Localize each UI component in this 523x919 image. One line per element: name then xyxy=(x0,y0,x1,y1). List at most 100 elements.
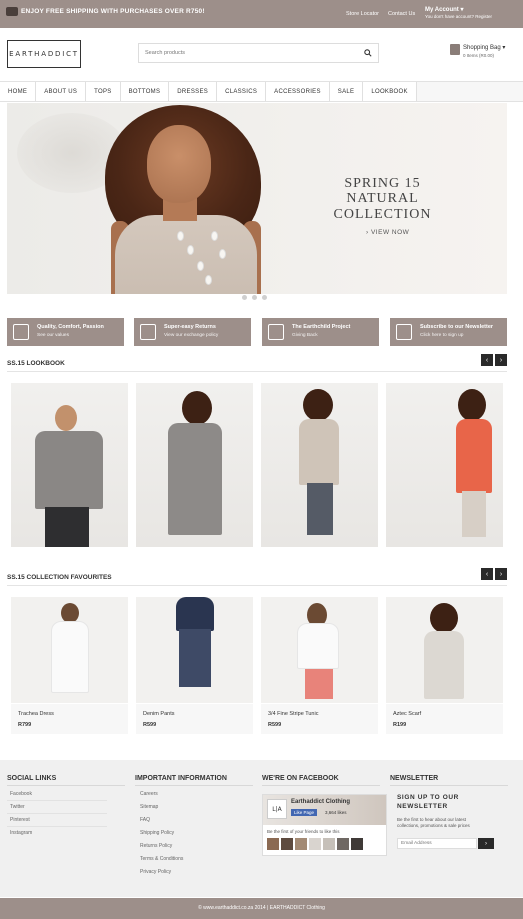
lookbook-prev-button[interactable]: ‹ xyxy=(481,354,493,366)
favourites-title: SS.15 COLLECTION FAVOURITES xyxy=(7,574,112,581)
feature-quality[interactable]: Quality, Comfort, Passion See our values xyxy=(7,318,124,346)
social-link-instagram[interactable]: Instagram xyxy=(10,830,32,836)
product-image-1[interactable] xyxy=(11,597,128,703)
product-name[interactable]: Denim Pants xyxy=(143,711,175,717)
model-dress xyxy=(168,423,222,535)
model-pants xyxy=(45,507,89,547)
slider-dots xyxy=(242,295,267,300)
facebook-widget[interactable]: L|A Earthaddict Clothing Like Page 3,664… xyxy=(262,794,387,856)
product-image-3[interactable] xyxy=(261,597,378,703)
lookbook-image-1[interactable] xyxy=(11,383,128,547)
lookbook-next-button[interactable]: › xyxy=(495,354,507,366)
model-face xyxy=(147,125,211,203)
product-info-3[interactable]: 3/4 Fine Stripe Tunic R599 xyxy=(261,704,378,734)
nav-tops[interactable]: TOPS xyxy=(86,82,121,101)
info-link-shipping[interactable]: Shipping Policy xyxy=(140,830,174,836)
favourites-prev-button[interactable]: ‹ xyxy=(481,568,493,580)
social-link-pinterest[interactable]: Pinterest xyxy=(10,817,30,823)
feature-sub: See our values xyxy=(37,333,69,338)
slider-dot[interactable] xyxy=(242,295,247,300)
necklace-bead xyxy=(211,231,218,241)
necklace-bead xyxy=(187,245,194,255)
facebook-friend-avatars xyxy=(267,838,363,850)
badge-icon xyxy=(13,324,29,340)
product-name[interactable]: 3/4 Fine Stripe Tunic xyxy=(268,711,318,717)
model-pants xyxy=(307,483,333,535)
slider-dot[interactable] xyxy=(262,295,267,300)
product-image-2[interactable] xyxy=(136,597,253,703)
lookbook-image-3[interactable] xyxy=(261,383,378,547)
model-pants xyxy=(462,491,486,537)
info-link-returns[interactable]: Returns Policy xyxy=(140,843,172,849)
avatar xyxy=(337,838,349,850)
product-info-1[interactable]: Trachea Dress R799 xyxy=(11,704,128,734)
info-link-privacy[interactable]: Privacy Policy xyxy=(140,869,171,875)
nav-lookbook[interactable]: LOOKBOOK xyxy=(363,82,417,101)
nav-dresses[interactable]: DRESSES xyxy=(169,82,218,101)
nav-classics[interactable]: CLASSICS xyxy=(217,82,267,101)
social-link-twitter[interactable]: Twitter xyxy=(10,804,25,810)
info-link-sitemap[interactable]: Sitemap xyxy=(140,804,158,810)
mail-icon xyxy=(396,324,412,340)
slider-dot[interactable] xyxy=(252,295,257,300)
product-price: R199 xyxy=(393,722,407,728)
divider xyxy=(135,785,253,786)
view-now-link[interactable]: › VIEW NOW xyxy=(366,229,409,236)
nav-sale[interactable]: SALE xyxy=(329,82,364,101)
info-link-terms[interactable]: Terms & Conditions xyxy=(140,856,183,862)
hero-title-line2: NATURAL COLLECTION xyxy=(333,191,432,222)
facebook-page-logo: L|A xyxy=(267,799,287,819)
model-hair xyxy=(458,389,486,421)
feature-title: The Earthchild Project xyxy=(292,324,351,330)
divider xyxy=(7,826,107,827)
site-logo[interactable]: EARTHADDICT xyxy=(7,40,81,68)
necklace-bead xyxy=(205,275,212,285)
favourites-next-button[interactable]: › xyxy=(495,568,507,580)
product-name[interactable]: Aztec Scarf xyxy=(393,711,421,717)
shopping-bag-icon[interactable] xyxy=(450,44,460,55)
divider xyxy=(7,813,107,814)
product-info-2[interactable]: Denim Pants R599 xyxy=(136,704,253,734)
product-price: R799 xyxy=(18,722,32,728)
lookbook-image-2[interactable] xyxy=(136,383,253,547)
avatar xyxy=(267,838,279,850)
model-hair xyxy=(430,603,458,633)
product-image-4[interactable] xyxy=(386,597,503,703)
facebook-page-name[interactable]: Earthaddict Clothing xyxy=(291,799,350,805)
register-prompt[interactable]: You don't have account? Register xyxy=(425,14,492,19)
contact-link[interactable]: Contact Us xyxy=(388,11,415,17)
facebook-like-button[interactable]: Like Page xyxy=(291,809,318,816)
copyright-bar: © www.earthaddict.co.za 2014 | EARTHADDI… xyxy=(0,898,523,919)
product-info-4[interactable]: Aztec Scarf R199 xyxy=(386,704,503,734)
shopping-bag-label[interactable]: Shopping Bag ▾ xyxy=(463,44,505,51)
lookbook-image-4[interactable] xyxy=(386,383,503,547)
feature-newsletter[interactable]: Subscribe to our Newsletter Click here t… xyxy=(390,318,507,346)
newsletter-email-input[interactable]: Email Address xyxy=(397,838,477,849)
nav-bottoms[interactable]: BOTTOMS xyxy=(120,82,170,101)
necklace-bead xyxy=(177,231,184,241)
shipping-notice: ENJOY FREE SHIPPING WITH PURCHASES OVER … xyxy=(21,8,205,15)
product-name[interactable]: Trachea Dress xyxy=(18,711,54,717)
avatar xyxy=(309,838,321,850)
nav-home[interactable]: HOME xyxy=(0,82,37,101)
info-link-careers[interactable]: Careers xyxy=(140,791,158,797)
top-bar: ENJOY FREE SHIPPING WITH PURCHASES OVER … xyxy=(0,0,523,28)
model-scarf xyxy=(424,631,464,699)
model-dress xyxy=(115,215,257,294)
feature-returns[interactable]: Super-easy Returns View our exchange pol… xyxy=(134,318,251,346)
nav-accessories[interactable]: ACCESSORIES xyxy=(266,82,330,101)
info-link-faq[interactable]: FAQ xyxy=(140,817,150,823)
model-head xyxy=(55,405,77,431)
feature-project[interactable]: The Earthchild Project Giving Back xyxy=(262,318,379,346)
search-input[interactable]: Search products xyxy=(138,43,379,63)
my-account-menu[interactable]: My Account ▾ xyxy=(425,6,463,13)
feature-sub: View our exchange policy xyxy=(164,333,219,338)
divider xyxy=(7,371,507,372)
store-locator-link[interactable]: Store Locator xyxy=(346,11,379,17)
social-link-facebook[interactable]: Facebook xyxy=(10,791,32,797)
newsletter-title: NEWSLETTER xyxy=(390,775,439,782)
search-icon[interactable] xyxy=(364,49,372,57)
nav-about[interactable]: ABOUT US xyxy=(36,82,87,101)
product-price: R599 xyxy=(268,722,282,728)
newsletter-submit-button[interactable]: › xyxy=(478,838,494,849)
